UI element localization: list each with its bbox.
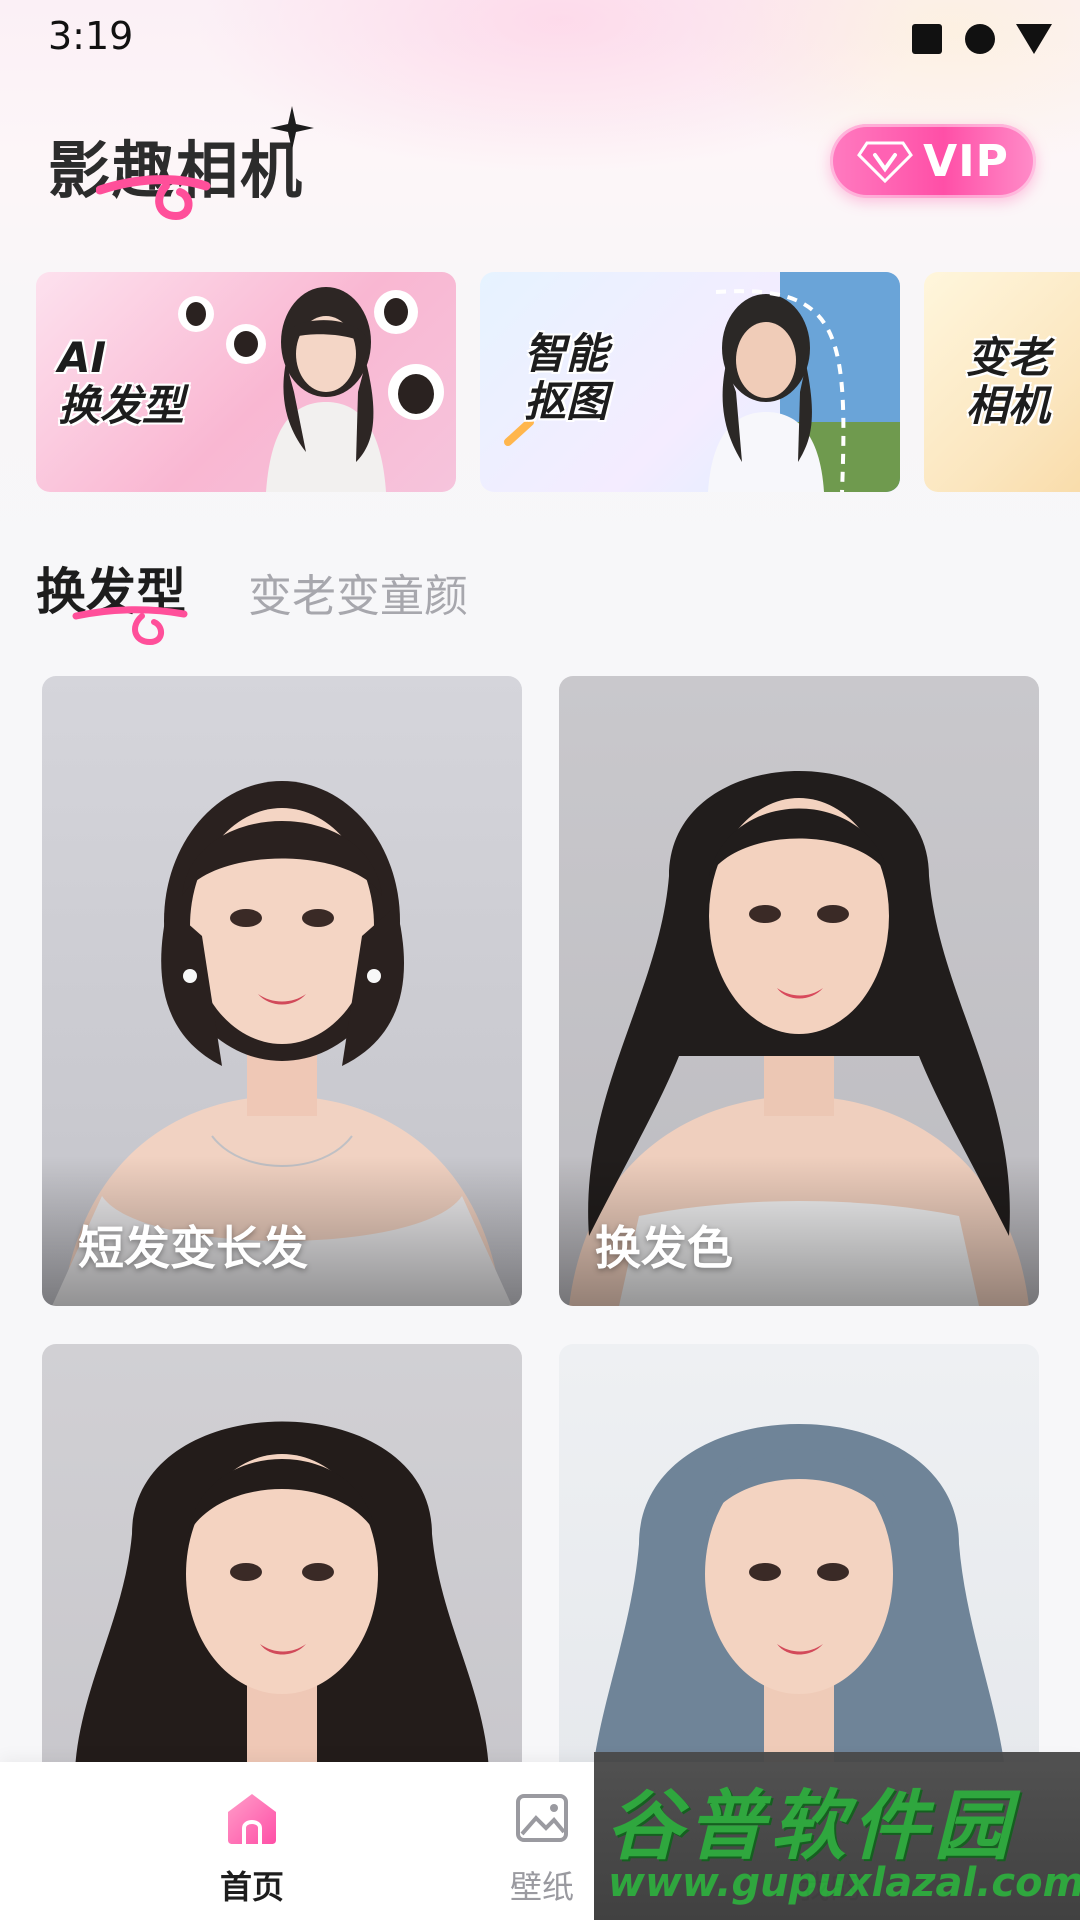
watermark-title: 谷普软件园	[606, 1781, 1016, 1870]
style-card-hair-color[interactable]: 换发色	[559, 676, 1039, 1306]
sparkle-icon	[270, 106, 314, 150]
banner-aging-camera[interactable]: 变老 相机	[924, 272, 1080, 492]
vip-label: VIP	[923, 135, 1009, 187]
banner-title: 变老 相机	[966, 333, 1051, 430]
watermark-overlay: 谷普软件园 www.gupuxlazal.com	[594, 1752, 1080, 1920]
style-card-short-to-long[interactable]: 短发变长发	[42, 676, 522, 1306]
watermark-url: www.gupuxlazal.com	[608, 1860, 1080, 1906]
banner-title: AI 换发型	[58, 333, 185, 430]
signal-icon	[1016, 24, 1052, 54]
stop-icon	[912, 24, 942, 54]
feature-banners: AI 换发型 智能 抠图 变老 相机	[0, 272, 1080, 492]
diamond-icon	[857, 141, 914, 183]
app-root: 3:19 影趣相机 VIP AI 换发型 智能 抠图 变老 相机 换发型 变老变…	[0, 0, 1080, 1920]
nav-label-home: 首页	[219, 1868, 284, 1906]
home-icon	[228, 1794, 276, 1844]
nav-item-home[interactable]: 首页	[152, 1762, 352, 1920]
tab-underline-icon	[72, 606, 188, 646]
banner-ai-hairstyle[interactable]: AI 换发型	[36, 272, 456, 492]
tab-age-transform[interactable]: 变老变童颜	[248, 560, 468, 624]
record-icon	[965, 24, 995, 54]
card-label: 短发变长发	[78, 1221, 308, 1275]
status-bar: 3:19	[0, 0, 1080, 80]
category-tabs: 换发型 变老变童颜	[36, 552, 1036, 646]
card-label: 换发色	[595, 1221, 733, 1275]
image-icon	[516, 1794, 568, 1842]
status-time: 3:19	[48, 14, 134, 58]
banner-smart-cutout[interactable]: 智能 抠图	[480, 272, 900, 492]
brand-swoosh-icon	[96, 175, 211, 221]
banner-title: 智能 抠图	[524, 329, 609, 426]
vip-button[interactable]: VIP	[830, 124, 1036, 198]
